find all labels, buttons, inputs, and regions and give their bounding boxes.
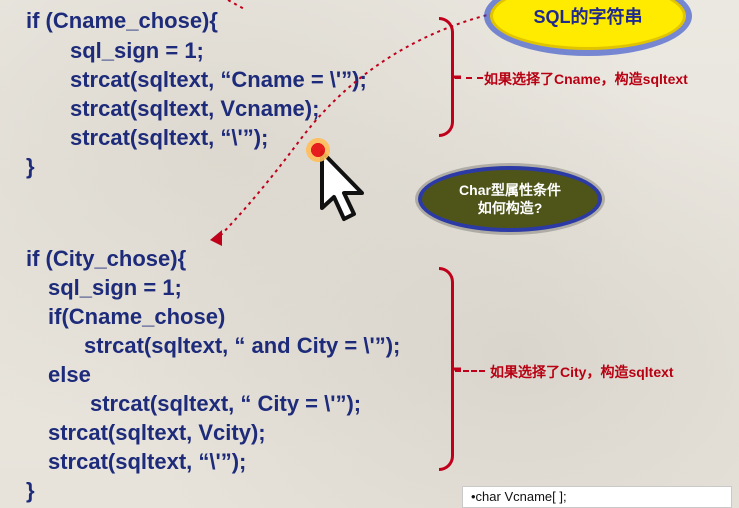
declaration-box: •char Vcname[ ]; <box>462 486 732 508</box>
bubble-char-question: Char型属性条件 如何构造? <box>418 166 602 232</box>
bubble-char-line2: 如何构造? <box>477 200 543 216</box>
bubble-char-line1: Char型属性条件 <box>459 182 561 198</box>
declaration-text: •char Vcname[ ]; <box>471 489 567 504</box>
bubble-sql-string-label: SQL的字符串 <box>533 7 643 27</box>
mouse-cursor <box>304 136 376 223</box>
arrow-head-icon <box>210 230 222 246</box>
cursor-highlight-icon <box>304 136 332 164</box>
dotted-arrows <box>210 0 501 246</box>
dotted-arrow-top <box>227 0 247 11</box>
